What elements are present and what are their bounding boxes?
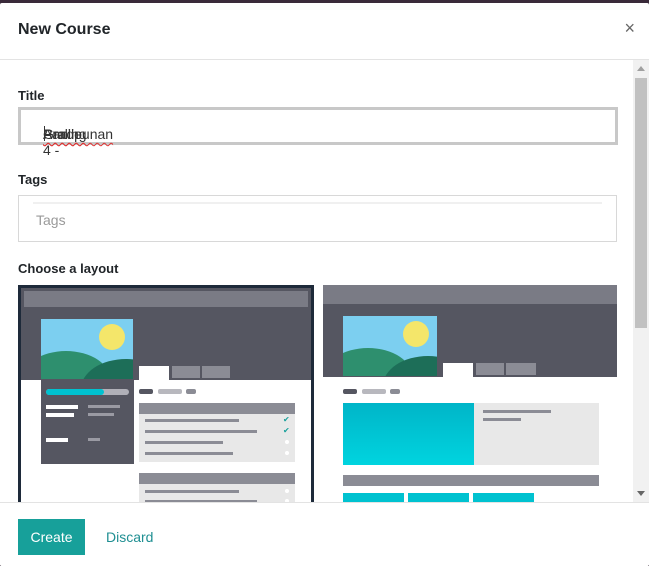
preview-progress-fill xyxy=(46,389,104,395)
sun-icon xyxy=(99,324,125,350)
close-icon[interactable]: × xyxy=(624,19,635,37)
layout-option-2[interactable] xyxy=(323,285,617,502)
preview-tab xyxy=(476,363,504,375)
preview-featured-image xyxy=(343,403,474,465)
preview-chip xyxy=(390,389,400,394)
preview-section-header xyxy=(139,473,295,484)
preview-line xyxy=(46,405,78,409)
text-caret xyxy=(44,126,45,141)
dot-icon xyxy=(285,451,289,455)
preview-card xyxy=(408,493,469,502)
preview-line xyxy=(483,410,551,413)
preview-line xyxy=(46,413,74,417)
scroll-down-icon[interactable] xyxy=(637,491,645,496)
dialog-body: Title Grade 4 - Araling Panlipunan Tags … xyxy=(0,60,633,502)
sun-icon xyxy=(403,321,429,347)
preview-line xyxy=(145,430,257,433)
preview-section-header xyxy=(343,475,599,486)
preview-tab xyxy=(172,366,200,378)
scrollbar[interactable] xyxy=(633,60,649,502)
layout-option-1[interactable]: ✔ ✔ xyxy=(18,285,314,502)
preview-line xyxy=(88,413,114,416)
dot-icon xyxy=(285,440,289,444)
preview-line xyxy=(145,441,223,444)
preview-tab xyxy=(202,366,230,378)
preview-image xyxy=(41,319,133,379)
preview-line xyxy=(145,490,239,493)
dialog-footer: Create Discard xyxy=(0,502,649,566)
preview-image xyxy=(343,316,437,376)
preview-chip xyxy=(186,389,196,394)
preview-line xyxy=(88,438,100,441)
tags-input-line xyxy=(33,202,602,204)
check-icon: ✔ xyxy=(283,415,290,424)
dialog-header: New Course × xyxy=(0,3,649,60)
new-course-dialog: New Course × Title Grade 4 - Araling Pan… xyxy=(0,3,649,566)
scrollbar-thumb[interactable] xyxy=(635,78,647,328)
preview-line xyxy=(88,405,120,408)
preview-chip xyxy=(343,389,357,394)
title-value-word2: Panlipunan xyxy=(43,126,114,142)
preview-topbar xyxy=(24,291,308,307)
scroll-up-icon[interactable] xyxy=(637,66,645,71)
preview-chip xyxy=(139,389,153,394)
check-icon: ✔ xyxy=(283,426,290,435)
preview-section-header xyxy=(139,403,295,414)
create-button[interactable]: Create xyxy=(18,519,85,555)
title-input[interactable]: Grade 4 - Araling Panlipunan xyxy=(18,107,618,158)
preview-chip xyxy=(158,389,182,394)
preview-line xyxy=(483,418,521,421)
dot-icon xyxy=(285,489,289,493)
preview-tab-active xyxy=(443,363,473,377)
dialog-title: New Course xyxy=(18,21,111,38)
tags-label: Tags xyxy=(18,172,48,187)
preview-chip xyxy=(362,389,386,394)
tags-input[interactable]: Tags xyxy=(18,195,617,242)
preview-line xyxy=(46,438,68,442)
tags-placeholder: Tags xyxy=(36,212,66,228)
layout-label: Choose a layout xyxy=(18,261,119,276)
discard-button[interactable]: Discard xyxy=(96,519,163,555)
preview-tab-active xyxy=(139,366,169,380)
preview-card xyxy=(343,493,404,502)
preview-topbar xyxy=(323,285,617,304)
title-label: Title xyxy=(18,88,45,103)
preview-card xyxy=(473,493,534,502)
preview-line xyxy=(145,419,239,422)
preview-tab xyxy=(506,363,536,375)
preview-line xyxy=(145,452,233,455)
